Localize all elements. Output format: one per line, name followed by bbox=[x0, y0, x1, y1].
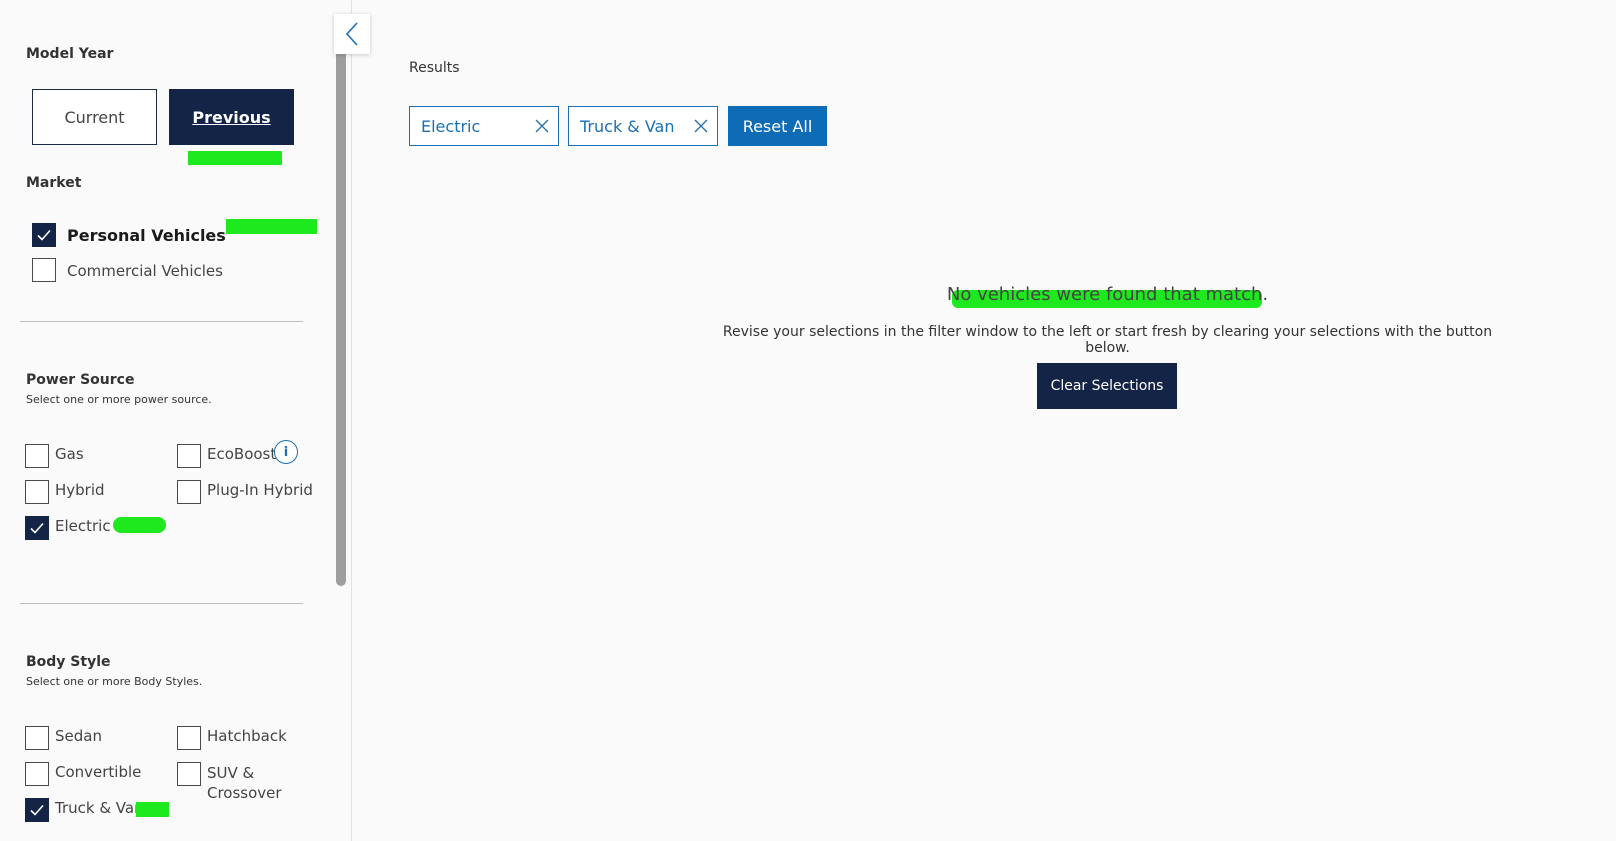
personal-vehicles-label: Personal Vehicles bbox=[67, 226, 226, 245]
truck-van-checkbox[interactable] bbox=[25, 798, 49, 822]
divider bbox=[20, 321, 303, 322]
personal-vehicles-checkbox[interactable] bbox=[32, 223, 56, 247]
sedan-checkbox[interactable] bbox=[25, 726, 49, 750]
current-year-button[interactable]: Current bbox=[32, 89, 157, 145]
close-icon[interactable] bbox=[534, 118, 550, 134]
previous-year-button[interactable]: Previous bbox=[169, 89, 294, 145]
empty-state-title: No vehicles were found that match. bbox=[946, 284, 1269, 305]
gas-checkbox[interactable] bbox=[25, 444, 49, 468]
commercial-vehicles-label: Commercial Vehicles bbox=[67, 262, 223, 280]
filter-sidebar: Model Year Current Previous Market Perso… bbox=[0, 0, 370, 841]
empty-state-message: Revise your selections in the filter win… bbox=[722, 324, 1493, 356]
empty-state: No vehicles were found that match. Revis… bbox=[700, 0, 1515, 841]
body-style-subtitle: Select one or more Body Styles. bbox=[26, 675, 203, 688]
power-source-subtitle: Select one or more power source. bbox=[26, 393, 212, 406]
checkmark-icon bbox=[30, 804, 44, 816]
chevron-left-icon bbox=[345, 22, 358, 46]
ecoboost-checkbox[interactable] bbox=[177, 444, 201, 468]
chip-label: Electric bbox=[421, 116, 481, 136]
highlight-mark bbox=[226, 219, 317, 234]
results-label: Results bbox=[409, 60, 460, 76]
info-icon[interactable]: i bbox=[274, 440, 298, 464]
filter-chip-truck-van: Truck & Van bbox=[568, 106, 718, 146]
hybrid-checkbox[interactable] bbox=[25, 480, 49, 504]
sidebar-scrollbar[interactable] bbox=[336, 36, 346, 586]
suv-crossover-label: SUV & Crossover bbox=[207, 764, 282, 802]
sedan-label: Sedan bbox=[55, 727, 102, 745]
checkmark-icon bbox=[30, 522, 44, 534]
ecoboost-label: EcoBoost bbox=[207, 445, 277, 463]
convertible-label: Convertible bbox=[55, 763, 142, 781]
chip-label: Truck & Van bbox=[580, 116, 675, 136]
power-source-title: Power Source bbox=[26, 372, 135, 388]
hatchback-label: Hatchback bbox=[207, 727, 287, 745]
plug-in-hybrid-checkbox[interactable] bbox=[177, 480, 201, 504]
electric-label: Electric bbox=[55, 517, 111, 535]
highlight-mark bbox=[188, 151, 282, 165]
body-style-title: Body Style bbox=[26, 654, 111, 670]
market-title: Market bbox=[26, 175, 82, 191]
commercial-vehicles-checkbox[interactable] bbox=[32, 258, 56, 282]
convertible-checkbox[interactable] bbox=[25, 762, 49, 786]
checkmark-icon bbox=[37, 229, 51, 241]
clear-selections-button[interactable]: Clear Selections bbox=[1037, 363, 1177, 409]
collapse-sidebar-button[interactable] bbox=[334, 14, 370, 54]
highlight-mark bbox=[113, 517, 166, 533]
highlight-mark bbox=[136, 802, 169, 817]
hatchback-checkbox[interactable] bbox=[177, 726, 201, 750]
electric-checkbox[interactable] bbox=[25, 516, 49, 540]
suv-crossover-checkbox[interactable] bbox=[177, 762, 201, 786]
gas-label: Gas bbox=[55, 445, 84, 463]
model-year-title: Model Year bbox=[26, 46, 114, 62]
hybrid-label: Hybrid bbox=[55, 481, 105, 499]
plug-in-hybrid-label: Plug-In Hybrid bbox=[207, 481, 313, 499]
divider bbox=[20, 603, 303, 604]
filter-chip-electric: Electric bbox=[409, 106, 559, 146]
truck-van-label: Truck & Van bbox=[55, 799, 144, 817]
